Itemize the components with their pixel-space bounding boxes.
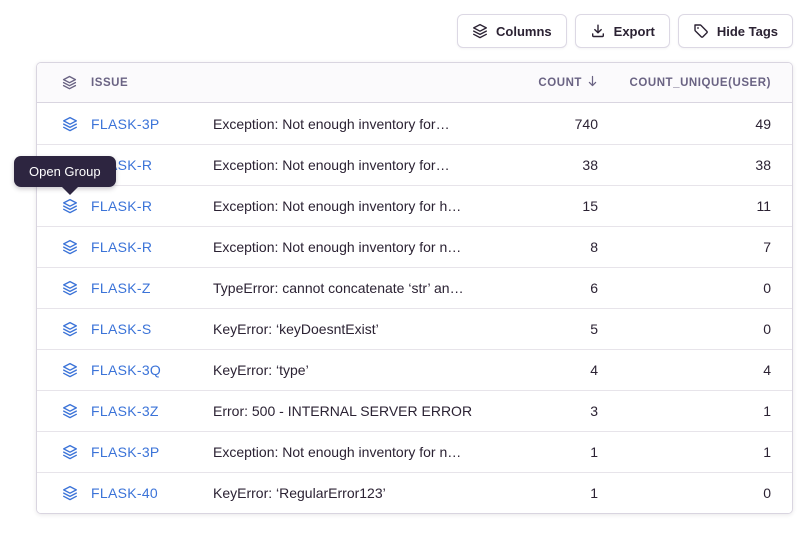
- issue-message: KeyError: ‘RegularError123’: [213, 485, 498, 501]
- count-unique-value: 11: [598, 198, 771, 214]
- issue-stack-icon[interactable]: [62, 239, 79, 255]
- count-unique-value: 0: [598, 485, 771, 501]
- open-group-tooltip-label: Open Group: [29, 164, 101, 179]
- stack-icon: [472, 23, 488, 39]
- issue-message: KeyError: ‘type’: [213, 362, 498, 378]
- hide-tags-button-label: Hide Tags: [717, 24, 778, 39]
- issue-message: TypeError: cannot concatenate ‘str’ an…: [213, 280, 498, 296]
- issue-stack-icon[interactable]: [62, 280, 79, 296]
- columns-button-label: Columns: [496, 24, 552, 39]
- issue-stack-icon[interactable]: [62, 321, 79, 337]
- issue-link[interactable]: FLASK-Z: [91, 280, 213, 296]
- export-button[interactable]: Export: [575, 14, 670, 48]
- count-unique-value: 1: [598, 403, 771, 419]
- count-unique-value: 1: [598, 444, 771, 460]
- issue-stack-icon[interactable]: [62, 362, 79, 378]
- count-value: 5: [498, 321, 598, 337]
- issue-stack-icon[interactable]: [62, 198, 79, 214]
- table-row[interactable]: FLASK-40 KeyError: ‘RegularError123’ 1 0: [37, 472, 792, 513]
- table-row[interactable]: FLASK-3P Exception: Not enough inventory…: [37, 103, 792, 144]
- count-value: 15: [498, 198, 598, 214]
- hide-tags-button[interactable]: Hide Tags: [678, 14, 793, 48]
- columns-button[interactable]: Columns: [457, 14, 567, 48]
- table-row[interactable]: FLASK-3Z Error: 500 - INTERNAL SERVER ER…: [37, 390, 792, 431]
- table-row[interactable]: FLASK-Z TypeError: cannot concatenate ‘s…: [37, 267, 792, 308]
- count-value: 740: [498, 116, 598, 132]
- issue-link[interactable]: FLASK-40: [91, 485, 213, 501]
- tag-icon: [693, 23, 709, 39]
- count-value: 4: [498, 362, 598, 378]
- count-value: 6: [498, 280, 598, 296]
- table-row[interactable]: FLASK-R Exception: Not enough inventory …: [37, 185, 792, 226]
- issue-message: Exception: Not enough inventory for n…: [213, 239, 498, 255]
- issue-link[interactable]: FLASK-3Q: [91, 362, 213, 378]
- issue-link[interactable]: FLASK-3P: [91, 444, 213, 460]
- export-button-label: Export: [614, 24, 655, 39]
- count-value: 3: [498, 403, 598, 419]
- download-icon: [590, 23, 606, 39]
- stack-icon: [62, 75, 79, 90]
- toolbar: Columns Export Hide Tags: [457, 14, 793, 48]
- issue-stack-icon[interactable]: [62, 116, 79, 132]
- count-unique-value: 7: [598, 239, 771, 255]
- sort-desc-icon: [587, 75, 598, 91]
- header-count-label: COUNT: [538, 77, 582, 89]
- issue-link[interactable]: FLASK-3P: [91, 116, 213, 132]
- issue-message: KeyError: ‘keyDoesntExist’: [213, 321, 498, 337]
- table-row[interactable]: FLASK-3P Exception: Not enough inventory…: [37, 431, 792, 472]
- count-unique-value: 4: [598, 362, 771, 378]
- table-row[interactable]: FLASK-3Q KeyError: ‘type’ 4 4: [37, 349, 792, 390]
- issue-link[interactable]: FLASK-R: [91, 239, 213, 255]
- table-row[interactable]: FLASK-R Exception: Not enough inventory …: [37, 144, 792, 185]
- header-issue[interactable]: ISSUE: [91, 77, 213, 89]
- issue-message: Exception: Not enough inventory for n…: [213, 444, 498, 460]
- issue-stack-icon[interactable]: [62, 403, 79, 419]
- table-header-row: ISSUE COUNT COUNT_UNIQUE(USER): [37, 63, 792, 103]
- table-row[interactable]: FLASK-S KeyError: ‘keyDoesntExist’ 5 0: [37, 308, 792, 349]
- count-unique-value: 49: [598, 116, 771, 132]
- count-value: 1: [498, 444, 598, 460]
- issue-message: Exception: Not enough inventory for…: [213, 116, 498, 132]
- count-unique-value: 0: [598, 280, 771, 296]
- results-table: ISSUE COUNT COUNT_UNIQUE(USER): [36, 62, 793, 514]
- issue-message: Exception: Not enough inventory for…: [213, 157, 498, 173]
- open-group-tooltip: Open Group: [14, 156, 116, 187]
- issue-link[interactable]: FLASK-S: [91, 321, 213, 337]
- issue-link[interactable]: FLASK-R: [91, 198, 213, 214]
- issue-message: Exception: Not enough inventory for h…: [213, 198, 498, 214]
- count-unique-value: 38: [598, 157, 771, 173]
- header-count[interactable]: COUNT: [498, 75, 598, 91]
- issue-stack-icon[interactable]: [62, 485, 79, 501]
- issue-link[interactable]: FLASK-3Z: [91, 403, 213, 419]
- header-count-unique[interactable]: COUNT_UNIQUE(USER): [598, 77, 771, 89]
- count-value: 38: [498, 157, 598, 173]
- table-body: FLASK-3P Exception: Not enough inventory…: [37, 103, 792, 513]
- count-unique-value: 0: [598, 321, 771, 337]
- issue-message: Error: 500 - INTERNAL SERVER ERROR: [213, 403, 498, 419]
- table-row[interactable]: FLASK-R Exception: Not enough inventory …: [37, 226, 792, 267]
- count-value: 1: [498, 485, 598, 501]
- count-value: 8: [498, 239, 598, 255]
- issue-stack-icon[interactable]: [62, 444, 79, 460]
- page: Columns Export Hide Tags: [0, 0, 807, 538]
